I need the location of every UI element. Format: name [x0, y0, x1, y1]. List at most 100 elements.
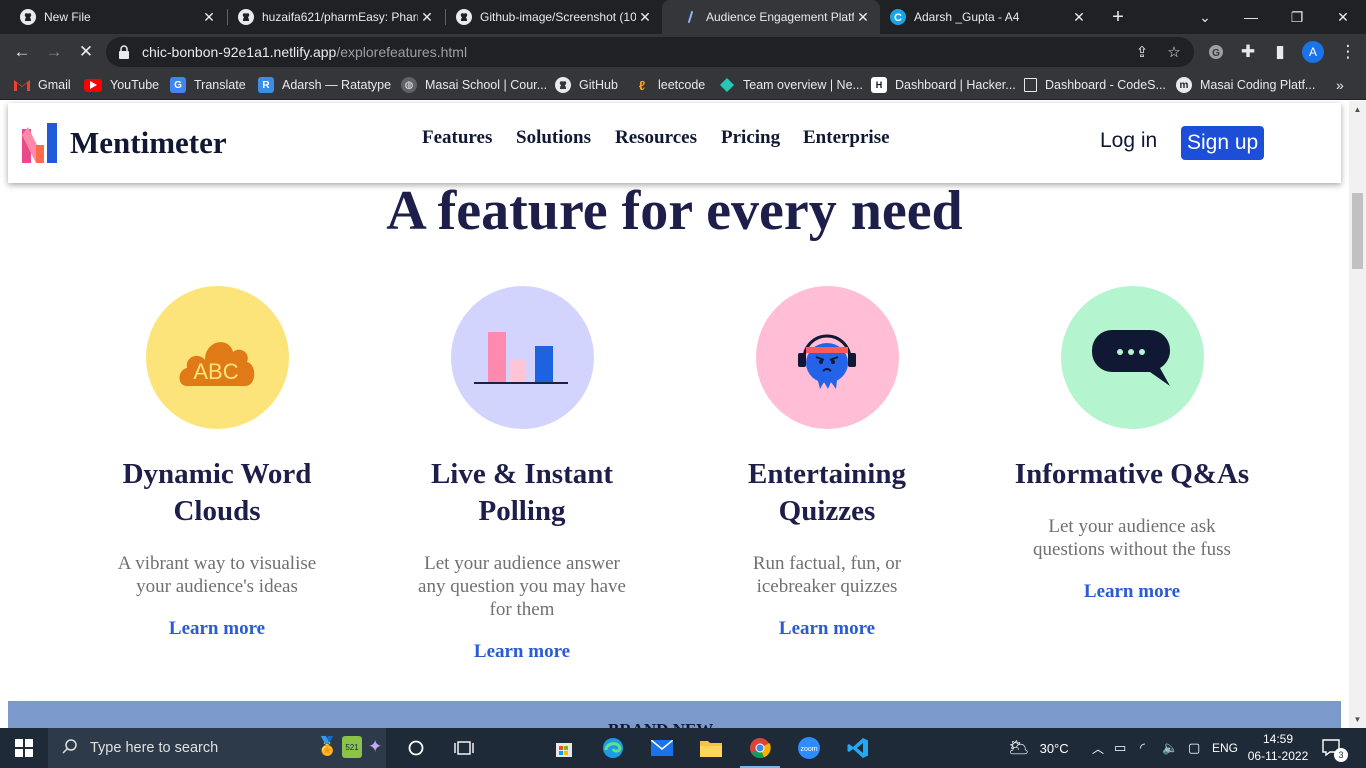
- tab-search-icon[interactable]: ⌄: [1182, 0, 1228, 34]
- canva-icon: C: [890, 9, 906, 25]
- nav-enterprise[interactable]: Enterprise: [803, 127, 890, 149]
- feature-circle: [1060, 286, 1204, 429]
- windows-taskbar: Type here to search 🏅 521 ✦ zoom 🌥 30°C …: [0, 728, 1366, 768]
- close-tab-icon[interactable]: ✕: [636, 8, 654, 26]
- page-icon: [1024, 78, 1037, 92]
- new-tab-icon[interactable]: +: [1100, 0, 1136, 34]
- close-tab-icon[interactable]: ✕: [1070, 8, 1088, 26]
- zoom-icon[interactable]: zoom: [795, 734, 823, 762]
- notification-center-icon[interactable]: 3: [1322, 728, 1348, 768]
- scroll-up-arrow-icon[interactable]: ▲: [1349, 102, 1366, 116]
- bookmark-translate[interactable]: G Translate: [170, 76, 246, 94]
- login-link[interactable]: Log in: [1100, 129, 1157, 153]
- close-window-icon[interactable]: ✕: [1320, 0, 1366, 34]
- menu-icon[interactable]: ⋮: [1334, 38, 1362, 66]
- chrome-icon[interactable]: [746, 734, 774, 762]
- search-highlight-icon: 🏅: [316, 736, 339, 756]
- side-panel-icon[interactable]: ▮: [1266, 38, 1294, 66]
- bookmark-masai-school[interactable]: ◍ Masai School | Cour...: [401, 76, 547, 94]
- nav-solutions[interactable]: Solutions: [516, 127, 591, 149]
- tab-audience-engagement[interactable]: Audience Engagement Platfo ✕: [662, 0, 880, 34]
- vscode-icon[interactable]: [844, 734, 872, 762]
- bookmark-codesignal[interactable]: Dashboard - CodeS...: [1024, 76, 1166, 94]
- grammarly-icon[interactable]: G: [1202, 38, 1230, 66]
- section-heading: BRAND NEW: [608, 720, 713, 728]
- bookmark-team-overview[interactable]: Team overview | Ne...: [719, 76, 863, 94]
- feature-circle: ABC: [145, 286, 289, 429]
- file-explorer-icon[interactable]: [697, 734, 725, 762]
- learn-more-link[interactable]: Learn more: [779, 618, 875, 640]
- bookmark-hackerrank[interactable]: H Dashboard | Hacker...: [871, 76, 1016, 94]
- signup-button[interactable]: Sign up: [1181, 126, 1265, 160]
- restore-icon[interactable]: ❐: [1274, 0, 1320, 34]
- github-icon: [456, 9, 472, 25]
- bookmark-github[interactable]: GitHub: [555, 76, 618, 94]
- learn-more-link[interactable]: Learn more: [1084, 581, 1180, 603]
- scroll-down-arrow-icon[interactable]: ▼: [1349, 712, 1366, 726]
- microsoft-store-icon[interactable]: [550, 734, 578, 762]
- github-icon: [20, 9, 36, 25]
- bookmark-gmail[interactable]: Gmail: [14, 76, 71, 94]
- share-icon[interactable]: ⇪: [1132, 42, 1152, 62]
- search-placeholder: Type here to search: [90, 740, 219, 756]
- nav-pricing[interactable]: Pricing: [721, 127, 780, 149]
- edge-icon[interactable]: [599, 734, 627, 762]
- browser-toolbar: ← → ✕ chic-bonbon-92e1a1.netlify.app/exp…: [0, 34, 1366, 70]
- close-tab-icon[interactable]: ✕: [200, 8, 218, 26]
- github-icon: [238, 9, 254, 25]
- hidden-icons-chevron-icon[interactable]: ︿: [1092, 728, 1104, 768]
- mentimeter-logo-icon[interactable]: [22, 123, 58, 163]
- tab-new-file[interactable]: New File ✕: [0, 0, 226, 34]
- learn-more-link[interactable]: Learn more: [474, 641, 570, 663]
- gmail-icon: [14, 77, 30, 93]
- back-icon[interactable]: ←: [8, 38, 36, 66]
- minimize-icon[interactable]: —: [1228, 0, 1274, 34]
- meet-now-icon[interactable]: ▢: [1188, 728, 1200, 768]
- bookmark-leetcode[interactable]: ℓ leetcode: [634, 76, 705, 94]
- battery-icon[interactable]: ▭: [1114, 728, 1126, 768]
- windows-start-icon[interactable]: [10, 734, 38, 762]
- language-indicator[interactable]: ENG: [1212, 728, 1238, 768]
- bookmark-star-icon[interactable]: ☆: [1164, 42, 1184, 62]
- tab-canva[interactable]: C Adarsh _Gupta - A4 ✕: [870, 0, 1096, 34]
- nav-resources[interactable]: Resources: [615, 127, 697, 149]
- page-headline: A feature for every need: [386, 180, 963, 242]
- cortana-icon[interactable]: [402, 734, 430, 762]
- tab-strip: New File ✕ huzaifa621/pharmEasy: Pharm ✕…: [0, 0, 1366, 34]
- lock-icon: [118, 45, 132, 59]
- taskbar-search-box[interactable]: Type here to search 🏅 521 ✦: [48, 728, 386, 768]
- learn-more-link[interactable]: Learn more: [169, 618, 265, 640]
- bookmark-youtube[interactable]: YouTube: [84, 76, 159, 94]
- globe-icon: ◍: [401, 77, 417, 93]
- nav-features[interactable]: Features: [422, 127, 492, 149]
- bookmark-masai-coding[interactable]: m Masai Coding Platf...: [1176, 76, 1315, 94]
- tab-github-image[interactable]: Github-image/Screenshot (10 ✕: [436, 0, 662, 34]
- tab-title: huzaifa621/pharmEasy: Pharm: [262, 10, 418, 24]
- weather-widget[interactable]: 🌥 30°C: [1008, 728, 1069, 768]
- bookmark-ratatype[interactable]: R Adarsh — Ratatype: [258, 76, 391, 94]
- mail-icon[interactable]: [648, 734, 676, 762]
- scrollbar-thumb[interactable]: [1352, 193, 1363, 269]
- volume-icon[interactable]: 🔈: [1162, 728, 1178, 768]
- stop-loading-icon[interactable]: ✕: [72, 38, 100, 66]
- leetcode-icon: ℓ: [638, 77, 646, 93]
- tab-pharmeasy[interactable]: huzaifa621/pharmEasy: Pharm ✕: [218, 0, 444, 34]
- more-bookmarks-icon[interactable]: »: [1336, 76, 1344, 94]
- address-bar[interactable]: chic-bonbon-92e1a1.netlify.app/explorefe…: [106, 37, 1194, 67]
- svg-text:C: C: [894, 12, 902, 24]
- tab-title: New File: [44, 10, 91, 24]
- netlify-icon: [719, 77, 735, 93]
- word-cloud-icon: ABC: [179, 341, 255, 386]
- forward-icon[interactable]: →: [40, 38, 68, 66]
- brand-name[interactable]: Mentimeter: [70, 125, 227, 161]
- wifi-icon[interactable]: ◜: [1140, 728, 1145, 768]
- profile-avatar[interactable]: A: [1302, 41, 1324, 63]
- bar-chart-icon: [474, 331, 568, 384]
- system-clock[interactable]: 14:59 06-11-2022: [1246, 731, 1310, 765]
- search-highlight-badge-icon: 521: [342, 736, 362, 758]
- task-view-icon[interactable]: [450, 734, 478, 762]
- bookmarks-bar: Gmail YouTube G Translate R Adarsh — Rat…: [0, 70, 1366, 100]
- extensions-icon[interactable]: ✚: [1234, 38, 1262, 66]
- close-tab-icon[interactable]: ✕: [418, 8, 436, 26]
- feature-circle: [450, 286, 594, 429]
